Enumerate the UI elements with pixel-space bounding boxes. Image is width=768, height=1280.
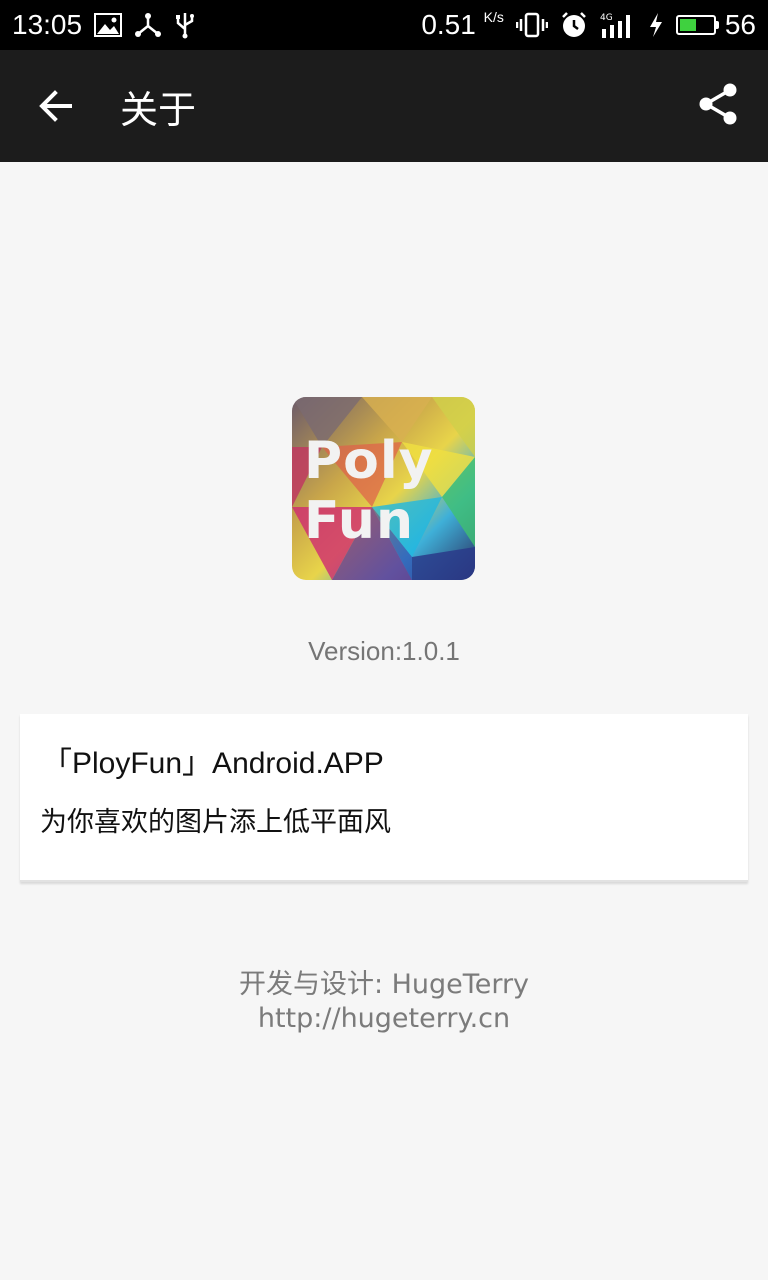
logo-text: Poly Fun <box>304 431 434 551</box>
app-info-card: 「PloyFun」Android.APP 为你喜欢的图片添上低平面风 <box>20 714 748 882</box>
battery-level: 56 <box>724 9 756 40</box>
battery-indicator: 56 <box>675 9 756 41</box>
status-bar: 13:05 0.51 K/s 4G 56 <box>0 0 768 50</box>
image-notification-icon <box>94 13 123 37</box>
page-title: 关于 <box>120 87 197 132</box>
credits: 开发与设计: HugeTerry http://hugeterry.cn <box>0 968 768 1036</box>
usb-icon <box>174 11 196 39</box>
share-button[interactable] <box>690 76 746 132</box>
app-logo: Poly Fun <box>292 397 475 580</box>
logo-text-line2: Fun <box>304 491 414 551</box>
status-bar-right: 0.51 K/s 4G 56 <box>421 9 756 41</box>
signal-4g-icon: 4G <box>600 11 636 39</box>
vibrate-icon <box>515 12 548 38</box>
version-label: Version:1.0.1 <box>308 636 460 666</box>
card-title: 「PloyFun」Android.APP <box>42 747 384 780</box>
status-time: 13:05 <box>12 9 83 40</box>
share-icon <box>699 83 737 125</box>
battery-tip <box>715 21 719 29</box>
battery-icon <box>675 15 716 35</box>
developer-credit: 开发与设计: HugeTerry <box>238 969 530 1000</box>
website-link[interactable]: http://hugeterry.cn <box>0 1002 768 1036</box>
logo-text-line1: Poly <box>304 431 434 491</box>
net-speed-unit: K/s <box>483 9 504 25</box>
net-speed-value: 0.51 <box>421 9 476 40</box>
card-description: 为你喜欢的图片添上低平面风 <box>40 807 391 838</box>
charging-icon <box>648 12 664 38</box>
alarm-icon <box>560 11 588 39</box>
net-speed: 0.51 K/s <box>421 9 504 41</box>
app-bar: 关于 <box>0 50 768 162</box>
back-button[interactable] <box>28 78 84 134</box>
arrow-back-icon <box>39 90 72 122</box>
status-bar-left: 13:05 <box>12 9 196 41</box>
share-notification-icon <box>134 12 162 38</box>
battery-level-fill <box>679 19 696 31</box>
network-type-label: 4G <box>600 13 613 23</box>
